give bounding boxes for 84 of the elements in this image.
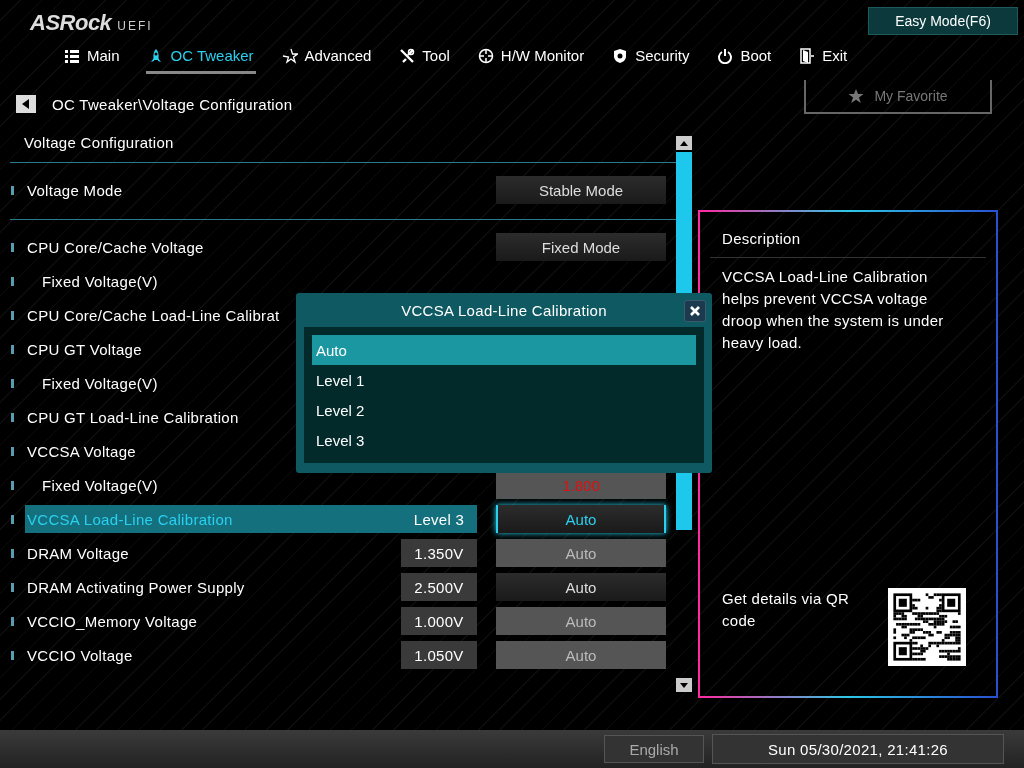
section-title: Voltage Configuration — [23, 133, 175, 153]
setting-value: 1.050V — [401, 641, 477, 669]
back-button[interactable] — [16, 95, 36, 113]
dialog-option[interactable]: Level 3 — [312, 425, 696, 455]
setting-value: Level 3 — [412, 509, 466, 530]
logo-suffix: UEFI — [117, 19, 153, 33]
tab-icon — [717, 47, 734, 64]
tab-icon — [281, 47, 298, 64]
setting-row[interactable]: Voltage Mode — [25, 176, 477, 204]
triangle-left-icon — [22, 99, 30, 109]
setting-label: DRAM Activating Power Supply — [26, 578, 245, 596]
scroll-down-button[interactable] — [676, 678, 692, 692]
triangle-down-icon — [680, 682, 688, 688]
row-marker — [11, 514, 14, 524]
row-marker — [11, 344, 14, 354]
setting-row[interactable]: CPU Core/Cache Voltage — [25, 233, 477, 261]
row-marker — [11, 548, 14, 558]
row-marker — [11, 242, 14, 252]
nav-tab[interactable]: Main — [62, 40, 122, 74]
row-marker — [11, 616, 14, 626]
nav-tab[interactable]: Security — [610, 40, 692, 74]
setting-row[interactable]: DRAM Voltage 1.350V — [25, 539, 477, 567]
setting-label: VCCSA Load-Line Calibration — [26, 510, 233, 528]
scroll-up-button[interactable] — [676, 136, 692, 150]
setting-label: Fixed Voltage(V) — [41, 272, 158, 290]
row-marker — [11, 185, 14, 195]
nav-tab[interactable]: Boot — [715, 40, 774, 74]
triangle-up-icon — [680, 140, 688, 146]
setting-row[interactable]: Fixed Voltage(V) — [25, 471, 477, 499]
dialog-option[interactable]: Auto — [312, 335, 696, 365]
dialog-title: VCCSA Load-Line Calibration — [401, 301, 607, 319]
option-button[interactable]: Stable Mode — [496, 176, 666, 204]
row-marker — [11, 412, 14, 422]
option-button[interactable]: Auto — [496, 573, 666, 601]
star-icon — [848, 88, 865, 104]
row-marker — [11, 310, 14, 320]
setting-value: 2.500V — [401, 573, 477, 601]
setting-row[interactable]: DRAM Activating Power Supply 2.500V — [25, 573, 477, 601]
close-icon — [689, 305, 701, 317]
tab-icon — [399, 47, 416, 64]
setting-row[interactable]: VCCIO_Memory Voltage 1.000V — [25, 607, 477, 635]
qr-caption: Get details via QR code — [722, 589, 851, 631]
option-button[interactable]: Auto — [496, 641, 666, 669]
tab-icon — [799, 47, 816, 64]
tab-icon — [612, 47, 629, 64]
option-button[interactable]: Auto — [496, 505, 666, 533]
nav-tab[interactable]: H/W Monitor — [475, 40, 587, 74]
setting-value: 1.000V — [401, 607, 477, 635]
setting-label: DRAM Voltage — [26, 544, 129, 562]
date-time: Sun 05/30/2021, 21:41:26 — [712, 734, 1004, 764]
row-marker — [11, 276, 14, 286]
close-button[interactable] — [684, 300, 706, 322]
setting-label: Fixed Voltage(V) — [41, 476, 158, 494]
dialog-option[interactable]: Level 2 — [312, 395, 696, 425]
setting-label: VCCIO_Memory Voltage — [26, 612, 198, 630]
favorite-button[interactable]: My Favorite — [804, 80, 992, 114]
dialog-option[interactable]: Level 1 — [312, 365, 696, 395]
setting-row[interactable]: VCCIO Voltage 1.050V — [25, 641, 477, 669]
row-marker — [11, 378, 14, 388]
option-button[interactable]: Auto — [496, 539, 666, 567]
nav-tab[interactable]: Exit — [797, 40, 850, 74]
option-button[interactable]: Fixed Mode — [496, 233, 666, 261]
breadcrumb-path: OC Tweaker\Voltage Configuration — [52, 95, 293, 113]
tab-icon — [64, 47, 80, 64]
setting-row[interactable]: Fixed Voltage(V) — [25, 267, 477, 295]
description-text: VCCSA Load-Line Calibration helps prevent VCCSA voltage droop when the system is under heavy load. — [721, 267, 945, 353]
easy-mode-button[interactable]: Easy Mode(F6) — [868, 7, 1018, 35]
option-button[interactable]: Auto — [496, 607, 666, 635]
setting-label: CPU Core/Cache Voltage — [26, 238, 204, 256]
row-marker — [11, 582, 14, 592]
nav-tab[interactable]: Advanced — [279, 40, 374, 74]
setting-label: VCCIO Voltage — [26, 646, 133, 664]
setting-row[interactable]: VCCSA Load-Line Calibration Level 3 — [25, 505, 477, 533]
row-marker — [11, 480, 14, 490]
nav-tab[interactable]: OC Tweaker — [145, 40, 256, 74]
setting-value: 1.350V — [401, 539, 477, 567]
description-title: Description — [710, 212, 986, 258]
brand-logo: ASRock — [30, 10, 112, 36]
setting-label: Voltage Mode — [26, 181, 123, 199]
nav-tab[interactable]: Tool — [397, 40, 452, 74]
language-button[interactable]: English — [604, 735, 704, 763]
tab-icon — [477, 47, 494, 64]
row-marker — [11, 650, 14, 660]
row-marker — [11, 446, 14, 456]
